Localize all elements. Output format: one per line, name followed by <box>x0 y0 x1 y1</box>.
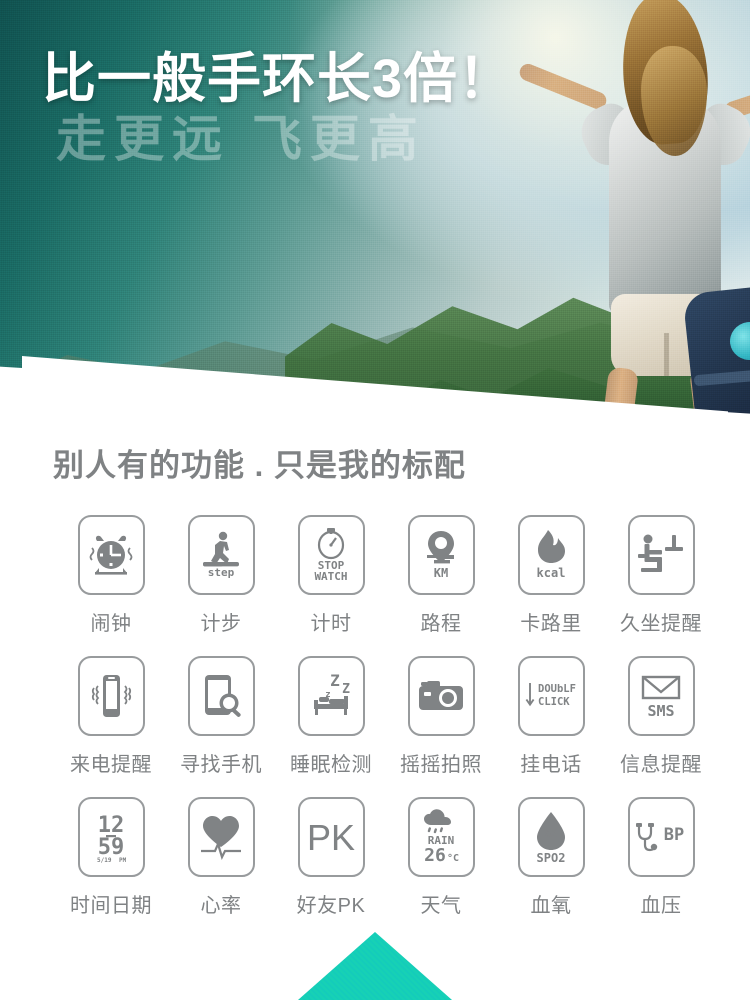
feature-label: 路程 <box>420 613 462 635</box>
phone-vibrate-icon <box>91 675 132 717</box>
hero-headline: 比一般手环长3倍！ <box>42 49 514 109</box>
icon-box: KM <box>407 515 475 595</box>
feature-label: 天气 <box>420 895 462 917</box>
double-glyph-text: DOUbLF <box>538 683 576 695</box>
icon-box: DOUbLF CLICK <box>517 656 585 736</box>
feature-cell-heart-rate[interactable]: 心率 <box>166 797 276 918</box>
feature-cell-find-phone[interactable]: 寻找手机 <box>166 656 276 777</box>
km-glyph-text: KM <box>434 566 448 580</box>
sms-glyph-text: SMS <box>647 702 674 720</box>
feature-label: 信息提醒 <box>620 754 702 776</box>
hiker-left-arm <box>517 61 609 112</box>
icon-box: O2 SPO2 <box>517 797 585 877</box>
feature-cell-sms[interactable]: SMS 信息提醒 <box>606 656 716 777</box>
feature-label: 来电提醒 <box>70 754 152 776</box>
feature-cell-sleep[interactable]: Z Z z 睡眠检测 <box>276 656 386 777</box>
feature-label: 血氧 <box>530 895 572 917</box>
camera-shake-icon <box>419 681 463 710</box>
feature-label: 心率 <box>200 895 242 917</box>
feature-label: 摇摇拍照 <box>400 754 482 776</box>
click-glyph-text: CLICK <box>538 696 570 708</box>
feature-cell-hangup[interactable]: DOUbLF CLICK 挂电话 <box>496 656 606 777</box>
icon-box: RAIN 26 °C <box>407 797 475 877</box>
hero-subline: 走更远 飞更高 <box>56 111 426 167</box>
icon-box: step <box>187 515 255 595</box>
icon-box: SMS <box>627 656 695 736</box>
feature-cell-spo2[interactable]: O2 SPO2 血氧 <box>496 797 606 918</box>
sms-envelope-icon: SMS <box>641 675 681 720</box>
hero-text-block: 走更远 飞更高 比一般手环长3倍！ <box>42 49 514 164</box>
icon-box: BP <box>627 797 695 877</box>
feature-grid: 闹钟 step 计步 STOP WATCH 计时 KM 路程 kcal 卡路里 … <box>56 515 750 918</box>
double-click-icon: DOUbLF CLICK <box>525 683 576 708</box>
feature-cell-calorie[interactable]: kcal 卡路里 <box>496 515 606 636</box>
spo2-droplet-icon: O2 SPO2 <box>537 812 566 865</box>
icon-box: PK <box>297 797 365 877</box>
friend-pk-icon: PK <box>307 817 355 858</box>
watch-glyph-text: WATCH <box>314 570 347 583</box>
temp-unit-text: °C <box>447 853 459 864</box>
clock-date-text: 5/19 <box>97 857 112 864</box>
bp-glyph-text: BP <box>664 825 684 845</box>
spo2-glyph-text: SPO2 <box>537 851 566 865</box>
feature-label: 好友PK <box>296 895 366 917</box>
zzz-big: Z <box>330 671 340 690</box>
temp-glyph-text: 26 <box>424 845 446 866</box>
feature-cell-call-alert[interactable]: 来电提醒 <box>56 656 166 777</box>
feature-label: 闹钟 <box>90 613 132 635</box>
feature-cell-time-date[interactable]: 12 59 5/19 PM 时间日期 <box>56 797 166 918</box>
alarm-clock-icon <box>89 535 133 575</box>
weather-rain-icon: RAIN 26 °C <box>424 809 459 866</box>
distance-pin-icon: KM <box>427 531 454 580</box>
kcal-glyph-text: kcal <box>537 566 566 580</box>
icon-box <box>187 797 255 877</box>
feature-cell-pedometer[interactable]: step 计步 <box>166 515 276 636</box>
heart-rate-icon <box>201 816 241 860</box>
blood-pressure-icon: BP <box>636 823 684 852</box>
feature-cell-friend-pk[interactable]: PK 好友PK <box>276 797 386 918</box>
step-glyph-text: step <box>208 566 235 579</box>
feature-cell-distance[interactable]: KM 路程 <box>386 515 496 636</box>
feature-label: 久坐提醒 <box>620 613 702 635</box>
icon-box: STOP WATCH <box>297 515 365 595</box>
icon-box: Z Z z <box>297 656 365 736</box>
sedentary-sitting-icon <box>638 534 683 572</box>
stopwatch-icon: STOP WATCH <box>314 528 348 583</box>
feature-label: 睡眠检测 <box>290 754 372 776</box>
feature-label: 计步 <box>200 613 242 635</box>
calorie-flame-icon: kcal <box>537 530 566 580</box>
icon-box <box>77 656 145 736</box>
feature-label: 时间日期 <box>70 895 152 917</box>
feature-cell-stopwatch[interactable]: STOP WATCH 计时 <box>276 515 386 636</box>
icon-box <box>407 656 475 736</box>
clock-meridiem-text: PM <box>119 857 127 864</box>
find-phone-search-icon <box>205 675 241 717</box>
feature-cell-blood-pressure[interactable]: BP 血压 <box>606 797 716 918</box>
feature-cell-shake-photo[interactable]: 摇摇拍照 <box>386 656 496 777</box>
pedometer-step-icon: step <box>203 531 239 579</box>
sleep-bed-zzz-icon: Z Z z <box>314 671 350 715</box>
feature-cell-alarm[interactable]: 闹钟 <box>56 515 166 636</box>
feature-label: 计时 <box>310 613 352 635</box>
features-section: 别人有的功能 . 只是我的标配 闹钟 step 计步 STOP WATCH 计时… <box>0 440 750 918</box>
feature-label: 卡路里 <box>520 613 582 635</box>
icon-box <box>627 515 695 595</box>
feature-label: 寻找手机 <box>180 754 262 776</box>
clock-date-icon: 12 59 5/19 PM <box>97 813 127 864</box>
o2-glyph-text: O2 <box>545 829 557 840</box>
feature-label: 血压 <box>640 895 682 917</box>
zzz-mid: Z <box>342 682 350 697</box>
icon-box: kcal <box>517 515 585 595</box>
teal-triangle-accent <box>298 932 452 1000</box>
pk-glyph-text: PK <box>307 817 355 858</box>
icon-box <box>77 515 145 595</box>
icon-box <box>187 656 255 736</box>
feature-cell-sedentary[interactable]: 久坐提醒 <box>606 515 716 636</box>
feature-label: 挂电话 <box>520 754 582 776</box>
feature-cell-weather[interactable]: RAIN 26 °C 天气 <box>386 797 496 918</box>
section-title: 别人有的功能 . 只是我的标配 <box>53 448 466 483</box>
icon-box: 12 59 5/19 PM <box>77 797 145 877</box>
